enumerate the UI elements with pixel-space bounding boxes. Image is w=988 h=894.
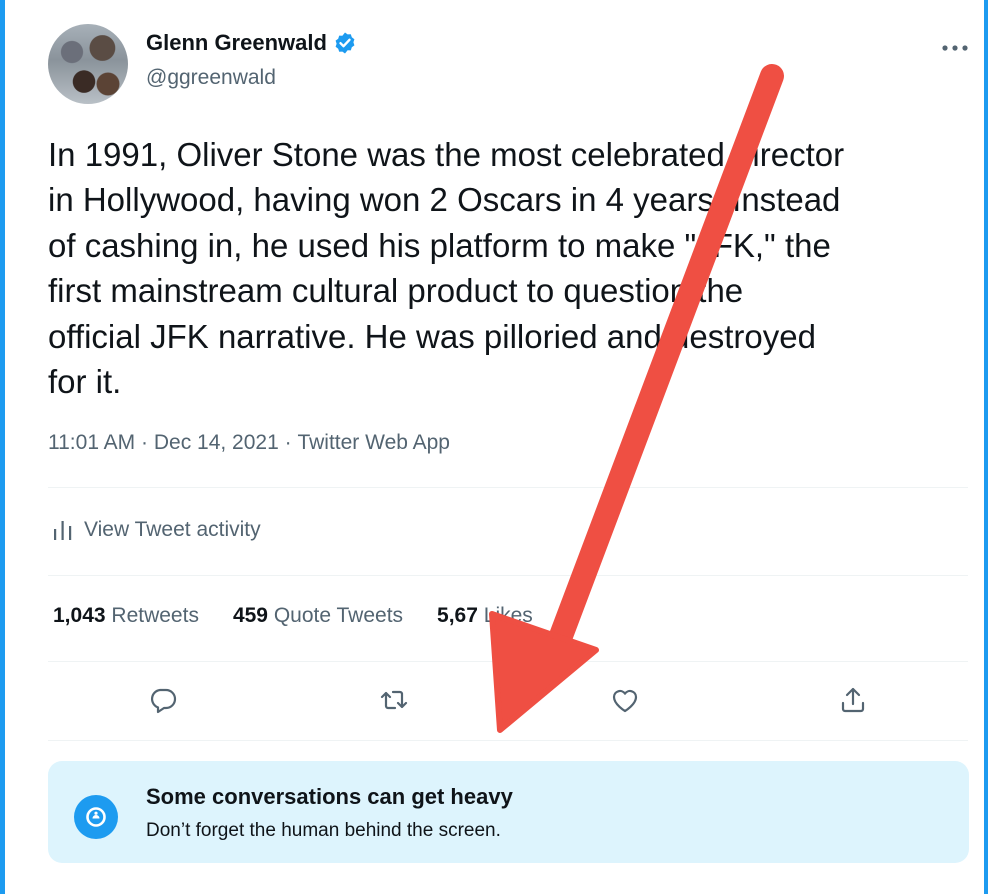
avatar[interactable] [48, 24, 128, 104]
blue-frame-left [0, 0, 5, 894]
tweet-time[interactable]: 11:01 AM [48, 431, 135, 455]
tweet-actions-bar [0, 678, 988, 728]
meta-separator: · [278, 431, 298, 454]
author-name-row[interactable]: Glenn Greenwald [146, 30, 357, 56]
divider [48, 575, 968, 576]
analytics-icon [54, 521, 72, 540]
meta-separator: · [135, 431, 154, 454]
reply-button[interactable] [143, 678, 183, 722]
like-icon [612, 689, 638, 713]
likes-label: Likes [483, 604, 533, 627]
likes-count: 5,67 [437, 604, 478, 627]
retweet-icon [380, 690, 408, 710]
retweets-label: Retweets [111, 604, 199, 627]
divider [48, 487, 968, 488]
quote-tweets-label: Quote Tweets [273, 604, 404, 627]
quote-tweets-stat[interactable]: 459 Quote Tweets [233, 604, 403, 628]
share-icon [841, 687, 865, 713]
retweets-stat[interactable]: 1,043 Retweets [53, 604, 199, 628]
divider [48, 740, 968, 741]
like-button[interactable] [605, 678, 645, 722]
share-button[interactable] [833, 678, 873, 722]
reply-icon [151, 688, 177, 714]
verified-badge-icon [335, 32, 355, 54]
retweet-button[interactable] [374, 678, 414, 722]
likes-stat[interactable]: 5,67 Likes [437, 604, 533, 628]
tweet-text: In 1991, Oliver Stone was the most celeb… [48, 136, 845, 401]
divider [48, 661, 968, 662]
conversation-notice: Some conversations can get heavy Don’t f… [48, 761, 969, 863]
view-tweet-activity-link[interactable]: View Tweet activity [52, 518, 261, 542]
author-handle[interactable]: @ggreenwald [146, 66, 276, 90]
retweets-count: 1,043 [53, 604, 106, 627]
quote-tweets-count: 459 [232, 604, 268, 627]
tweet-stats: 1,043 Retweets 459 Quote Tweets 5,67 Lik… [53, 604, 533, 628]
blue-frame-right [984, 0, 988, 894]
notice-subtitle: Don’t forget the human behind the screen… [146, 820, 501, 841]
notice-icon [74, 795, 118, 839]
tweet-source[interactable]: Twitter Web App [297, 431, 450, 455]
chat-bubble-icon [86, 807, 106, 827]
author-name[interactable]: Glenn Greenwald [146, 30, 327, 56]
view-tweet-activity-label[interactable]: View Tweet activity [84, 518, 261, 542]
notice-title: Some conversations can get heavy [146, 784, 513, 809]
tweet-date[interactable]: Dec 14, 2021 [154, 431, 279, 455]
more-options-icon[interactable] [940, 36, 970, 60]
tweet-metadata: 11:01 AM · Dec 14, 2021 · Twitter Web Ap… [48, 431, 450, 455]
